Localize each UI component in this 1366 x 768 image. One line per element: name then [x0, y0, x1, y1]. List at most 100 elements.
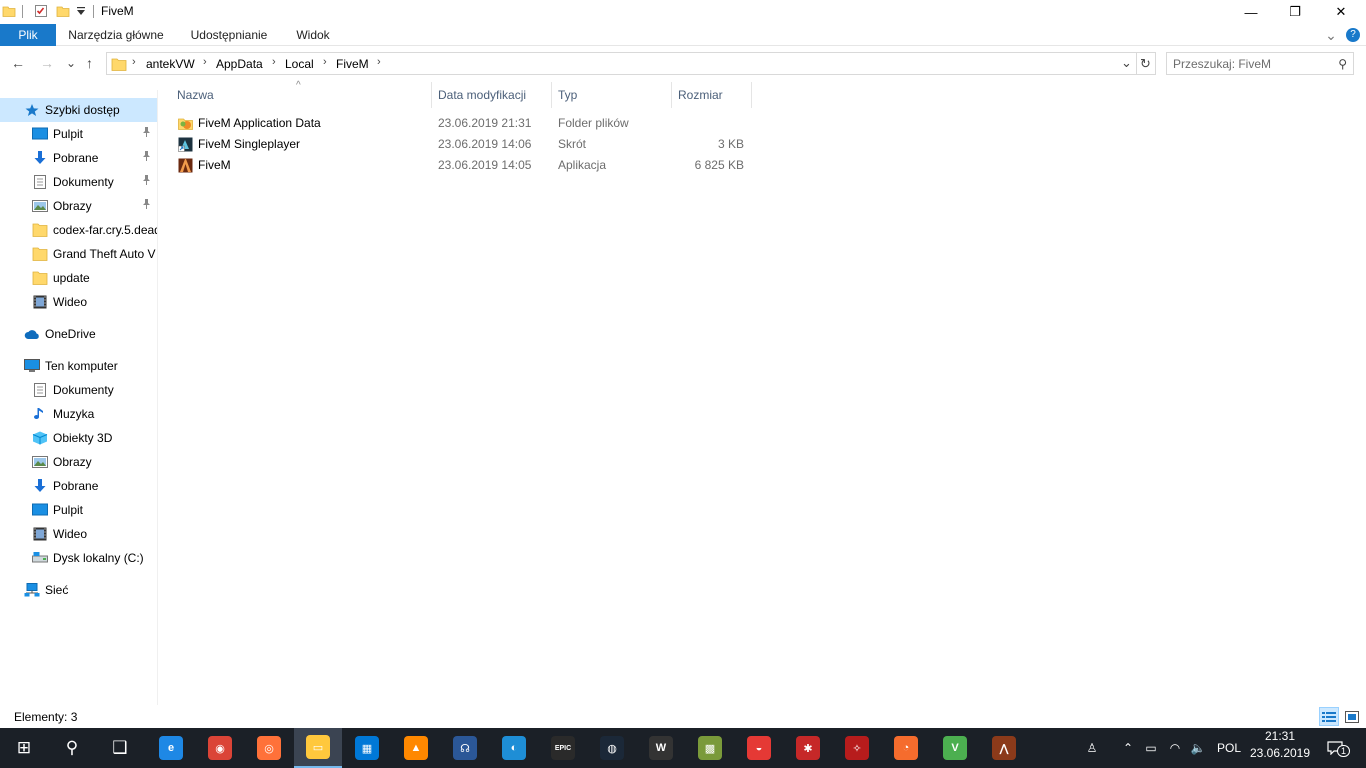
maximize-button[interactable]: ❐	[1272, 0, 1318, 24]
back-arrow-icon[interactable]: ←	[11, 55, 25, 71]
tab-share[interactable]: Udostępnianie	[182, 24, 276, 46]
uplay-taskbar-button[interactable]: ◐	[490, 728, 538, 768]
sidebar-item-ten-komputer[interactable]: Ten komputer	[0, 354, 157, 378]
sidebar-item-update[interactable]: update	[0, 266, 157, 290]
column-header-date[interactable]: Data modyfikacji	[438, 82, 526, 108]
close-button[interactable]: ✕	[1318, 0, 1364, 24]
task-view-taskbar-button[interactable]: ❑	[96, 728, 144, 768]
vlc-taskbar-button[interactable]: ▲	[392, 728, 440, 768]
sidebar-item-pobrane[interactable]: Pobrane	[0, 146, 157, 170]
search-icon[interactable]: ⚲	[1338, 57, 1347, 71]
dropdown-arrow-icon[interactable]	[76, 6, 90, 20]
sidebar-item-dysk-lokalny-c[interactable]: Dysk lokalny (C:)	[0, 546, 157, 570]
mod-tool-taskbar-button[interactable]: ✱	[784, 728, 832, 768]
sidebar-item-pulpit[interactable]: Pulpit	[0, 498, 157, 522]
chrome-taskbar-button[interactable]: ◉	[196, 728, 244, 768]
breadcrumb-local[interactable]: Local	[285, 57, 314, 71]
minecraft-taskbar-button[interactable]: ▩	[686, 728, 734, 768]
edge-taskbar-button[interactable]: e	[147, 728, 195, 768]
pin-icon[interactable]	[142, 199, 151, 212]
breadcrumb-separator[interactable]: ›	[203, 56, 207, 68]
column-header-size[interactable]: Rozmiar	[678, 82, 723, 108]
breadcrumb-separator[interactable]: ›	[377, 56, 381, 68]
origin-taskbar-button[interactable]: ◔	[882, 728, 930, 768]
store-taskbar-button[interactable]: ▦	[343, 728, 391, 768]
fivem-taskbar-taskbar-button[interactable]: ⋀	[980, 728, 1028, 768]
people-icon[interactable]: ♙	[1080, 728, 1104, 768]
volume-icon[interactable]: 🔈	[1188, 728, 1208, 768]
refresh-button[interactable]: ↻	[1136, 52, 1156, 75]
battery-icon[interactable]: ▭	[1142, 728, 1160, 768]
details-view-button[interactable]	[1319, 707, 1339, 726]
sidebar-item-sieć[interactable]: Sieć	[0, 578, 157, 602]
pin-icon[interactable]	[142, 151, 151, 164]
column-header-type[interactable]: Typ	[558, 82, 577, 108]
compass-app-taskbar-button[interactable]: ✧	[833, 728, 881, 768]
file-explorer-taskbar-button[interactable]: ▭	[294, 728, 342, 768]
start-windows-taskbar-button[interactable]: ⊞	[0, 728, 48, 768]
forward-arrow-icon[interactable]: →	[40, 55, 54, 71]
pokeball-taskbar-button[interactable]: ◒	[735, 728, 783, 768]
sidebar-item-obrazy[interactable]: Obrazy	[0, 450, 157, 474]
tab-home[interactable]: Narzędzia główne	[62, 24, 170, 46]
large-icons-view-button[interactable]	[1342, 707, 1362, 726]
sidebar-item-muzyka[interactable]: Muzyka	[0, 402, 157, 426]
column-divider[interactable]	[431, 82, 432, 108]
file-name[interactable]: FiveM Singleplayer	[198, 137, 300, 151]
breadcrumb-antekvw[interactable]: antekVW	[146, 57, 195, 71]
world-of-tanks-taskbar-button[interactable]: W	[637, 728, 685, 768]
recent-locations-chevron-icon[interactable]: ⌄	[66, 56, 76, 70]
sidebar-item-dokumenty[interactable]: Dokumenty	[0, 170, 157, 194]
steam-taskbar-button[interactable]: ◍	[588, 728, 636, 768]
notification-center-button[interactable]: 1	[1320, 728, 1351, 768]
sidebar-item-obrazy[interactable]: Obrazy	[0, 194, 157, 218]
pin-icon[interactable]	[142, 175, 151, 188]
column-divider[interactable]	[551, 82, 552, 108]
address-dropdown-chevron-icon[interactable]: ⌄	[1121, 55, 1132, 71]
file-row[interactable]: FiveM Singleplayer 23.06.2019 14:06 Skró…	[174, 134, 758, 155]
headset-chat-taskbar-button[interactable]: ☊	[441, 728, 489, 768]
column-divider[interactable]	[671, 82, 672, 108]
address-bar[interactable]: › antekVW › AppData › Local › FiveM › ⌄	[106, 52, 1137, 75]
sidebar-item-szybki-dostęp[interactable]: Szybki dostęp	[0, 98, 157, 122]
search-box[interactable]: ⚲	[1166, 52, 1354, 75]
pin-icon[interactable]	[142, 127, 151, 140]
firefox-taskbar-button[interactable]: ◎	[245, 728, 293, 768]
sidebar-item-pobrane[interactable]: Pobrane	[0, 474, 157, 498]
breadcrumb-separator[interactable]: ›	[323, 56, 327, 68]
gta-v-taskbar-button[interactable]: V	[931, 728, 979, 768]
ribbon-expand-chevron-icon[interactable]: ⌄	[1322, 24, 1340, 46]
up-arrow-icon[interactable]: ↑	[86, 55, 93, 71]
sidebar-item-wideo[interactable]: Wideo	[0, 290, 157, 314]
tab-view[interactable]: Widok	[286, 24, 340, 46]
minimize-button[interactable]: —	[1228, 0, 1274, 24]
search-input[interactable]	[1173, 56, 1323, 72]
new-folder-icon[interactable]	[56, 4, 70, 18]
sidebar-item-pulpit[interactable]: Pulpit	[0, 122, 157, 146]
column-divider[interactable]	[751, 82, 752, 108]
properties-checklist-icon[interactable]	[34, 4, 48, 18]
tray-chevron-icon[interactable]: ⌃	[1118, 728, 1138, 768]
search-taskbar-button[interactable]: ⚲	[48, 728, 96, 768]
help-icon[interactable]: ?	[1346, 28, 1360, 42]
file-row[interactable]: FiveM 23.06.2019 14:05 Aplikacja 6 825 K…	[174, 155, 758, 176]
sidebar-item-wideo[interactable]: Wideo	[0, 522, 157, 546]
breadcrumb-appdata[interactable]: AppData	[216, 57, 263, 71]
language-indicator[interactable]: POL	[1214, 728, 1244, 768]
tab-plik[interactable]: Plik	[0, 24, 56, 46]
sidebar-item-grand-theft-auto-v[interactable]: Grand Theft Auto V	[0, 242, 157, 266]
breadcrumb-fivem[interactable]: FiveM	[336, 57, 369, 71]
epic-games-taskbar-button[interactable]: EPIC	[539, 728, 587, 768]
column-header-name[interactable]: Nazwa	[177, 82, 214, 108]
file-name[interactable]: FiveM Application Data	[198, 116, 321, 130]
breadcrumb-separator[interactable]: ›	[272, 56, 276, 68]
sidebar-item-onedrive[interactable]: OneDrive	[0, 322, 157, 346]
sidebar-item-obiekty-3d[interactable]: Obiekty 3D	[0, 426, 157, 450]
sidebar-item-dokumenty[interactable]: Dokumenty	[0, 378, 157, 402]
wifi-icon[interactable]: ◠	[1166, 728, 1184, 768]
file-row[interactable]: FiveM Application Data 23.06.2019 21:31 …	[174, 113, 758, 134]
clock[interactable]: 21:31 23.06.2019	[1248, 728, 1312, 764]
sidebar-item-codex-far-cry-5-dead[interactable]: codex-far.cry.5.dead	[0, 218, 157, 242]
pane-divider[interactable]	[157, 90, 158, 705]
file-name[interactable]: FiveM	[198, 158, 231, 172]
